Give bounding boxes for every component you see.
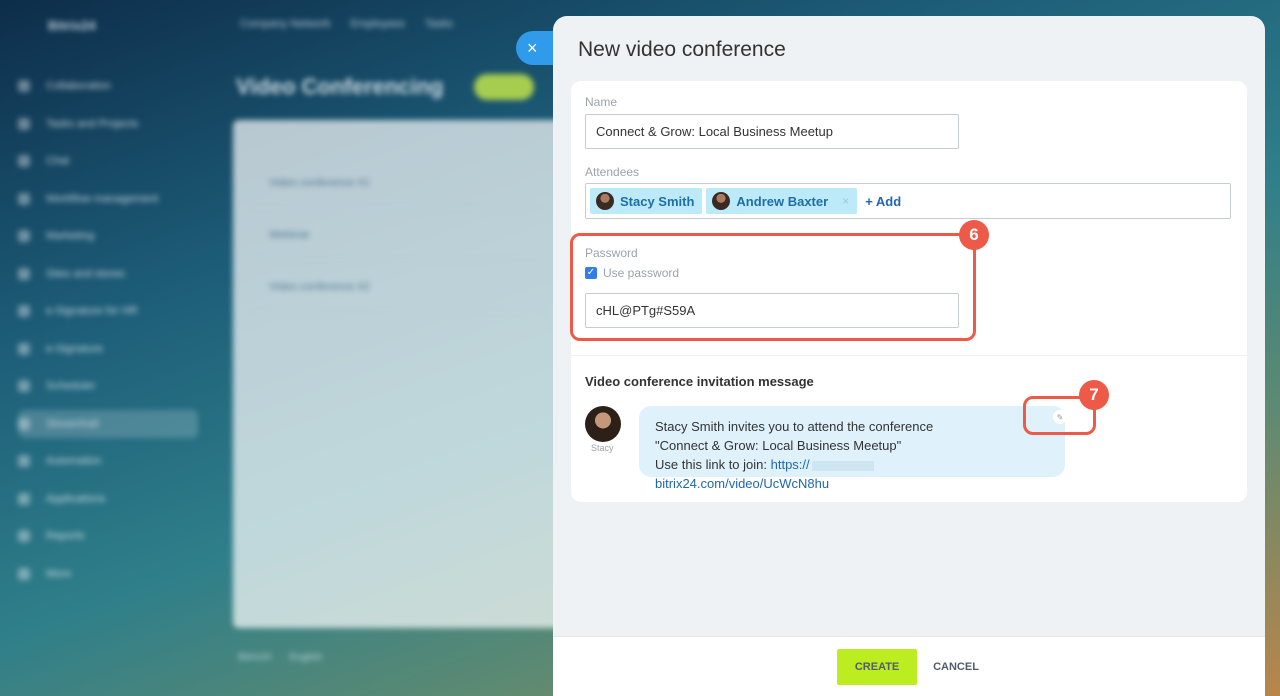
- menu-item-icon: [18, 455, 30, 467]
- menu-item-icon: [18, 530, 30, 542]
- conference-link-end: bitrix24.com/video/UcWcN8hu: [655, 476, 830, 491]
- slider-title: New video conference: [578, 38, 786, 61]
- new-conference-button: [474, 74, 534, 100]
- slider-footer: CREATE CANCEL: [553, 636, 1265, 696]
- close-slider-button[interactable]: ×: [516, 31, 556, 65]
- avatar: [596, 192, 614, 210]
- close-icon: ×: [527, 37, 538, 58]
- sidebar-menu-item: Tasks and Projects: [18, 110, 198, 138]
- name-label: Name: [585, 95, 618, 109]
- name-input[interactable]: Connect & Grow: Local Business Meetup: [585, 114, 959, 149]
- new-conference-slider: New video conference Name Connect & Grow…: [553, 16, 1265, 696]
- menu-item-icon: [18, 417, 30, 430]
- menu-item-icon: [18, 267, 30, 280]
- sidebar-menu-item: Marketing: [18, 222, 198, 250]
- invitation-line-2: "Connect & Grow: Local Business Meetup": [655, 438, 902, 453]
- menu-item-label: Workflow management: [46, 192, 159, 205]
- menu-item-label: Marketing: [46, 230, 95, 242]
- list-item: Video conference #1: [269, 177, 370, 189]
- add-attendee-link[interactable]: + Add: [865, 194, 901, 209]
- redacted-domain: [811, 460, 874, 471]
- avatar: [585, 406, 621, 442]
- list-item: Webinar: [269, 229, 310, 241]
- menu-item-label: e-Signature for HR: [46, 305, 138, 317]
- list-divider: [251, 208, 545, 209]
- create-button[interactable]: CREATE: [837, 648, 918, 685]
- sidebar-menu-item: Applications: [18, 485, 198, 513]
- portal-logo: Bitrix24: [48, 18, 96, 33]
- sidebar-menu-item: e-Signature for HR: [18, 297, 198, 325]
- list-item: Video conference #2: [269, 281, 370, 293]
- cancel-button[interactable]: CANCEL: [931, 649, 981, 685]
- menu-item-label: Automation: [46, 455, 102, 467]
- avatar-name: Stacy: [591, 443, 614, 453]
- attendees-field[interactable]: Stacy Smith Andrew Baxter × + Add: [585, 183, 1231, 219]
- divider: [571, 355, 1247, 356]
- attendee-chip-stacy[interactable]: Stacy Smith: [590, 188, 703, 214]
- left-sidebar: Bitrix24 Collaboration Tasks and Projects…: [0, 0, 210, 696]
- sidebar-menu-item: Automation: [18, 447, 198, 475]
- footer-link: English: [289, 652, 323, 663]
- footer-link: Bitrix24: [238, 652, 272, 663]
- annotation-highlight-password: [570, 233, 976, 341]
- menu-item-icon: [18, 342, 30, 355]
- invitation-link-prefix: Use this link to join:: [655, 457, 767, 472]
- menu-item-icon: [18, 192, 30, 205]
- sidebar-menu-item: Scheduler: [18, 372, 198, 400]
- menu-item-label: More: [46, 567, 72, 580]
- menu-item-label: Sites and stores: [46, 267, 125, 280]
- list-divider: [251, 312, 545, 313]
- annotation-badge-7: 7: [1079, 380, 1109, 410]
- top-nav-item: Company Network: [240, 18, 331, 30]
- menu-item-icon: [18, 305, 30, 317]
- sidebar-menu-item: Chat: [18, 147, 198, 175]
- portal-footer: Bitrix24 English: [238, 652, 322, 663]
- menu-item-icon: [18, 80, 30, 92]
- menu-item-label: Scheduler: [46, 380, 96, 392]
- sidebar-menu-item: Reports: [18, 522, 198, 550]
- menu-item-icon: [18, 492, 30, 505]
- sidebar-menu-item: Sites and stores: [18, 260, 198, 288]
- annotation-badge-6: 6: [959, 220, 989, 250]
- menu-item-label: Streamhall: [46, 417, 99, 430]
- attendees-label: Attendees: [585, 165, 640, 179]
- list-divider: [251, 260, 545, 261]
- attendee-chip-andrew[interactable]: Andrew Baxter ×: [706, 188, 858, 214]
- menu-item-label: e-Signature: [46, 342, 103, 355]
- conference-link-start: https://: [770, 457, 810, 472]
- menu-item-label: Reports: [46, 530, 85, 542]
- menu-item-label: Applications: [46, 492, 106, 505]
- conference-list-panel: Video conference #1 Webinar Video conferen…: [233, 120, 563, 628]
- top-nav-item: Tasks: [424, 18, 454, 30]
- menu-item-label: Collaboration: [46, 80, 111, 92]
- menu-item-icon: [18, 230, 30, 242]
- remove-attendee-icon[interactable]: ×: [842, 194, 849, 208]
- menu-item-icon: [18, 155, 30, 167]
- invitation-line-1: Stacy Smith invites you to attend the co…: [655, 419, 934, 434]
- avatar: [712, 192, 731, 210]
- invitation-line-3: Use this link to join: https:// bitrix24.…: [655, 455, 1049, 493]
- menu-item-icon: [18, 567, 30, 580]
- menu-item-icon: [18, 117, 30, 130]
- sidebar-menu-item: More: [18, 560, 198, 588]
- top-navigation: Company Network Employees Tasks: [240, 18, 453, 30]
- menu-item-label: Chat: [46, 155, 70, 167]
- attendee-name: Andrew Baxter: [736, 193, 829, 209]
- page-title: Video Conferencing: [236, 74, 444, 99]
- attendee-name: Stacy Smith: [620, 193, 695, 209]
- invitation-message-bubble: Stacy Smith invites you to attend the co…: [639, 406, 1065, 491]
- sidebar-menu-item: Collaboration: [18, 72, 198, 100]
- sidebar-menu-item: e-Signature: [18, 335, 198, 363]
- menu-item-label: Tasks and Projects: [46, 117, 139, 130]
- sidebar-menu-item: Streamhall: [18, 409, 198, 438]
- sidebar-menu-item: Workflow management: [18, 185, 198, 213]
- top-nav-item: Employees: [350, 18, 405, 30]
- invitation-section-title: Video conference invitation message: [585, 374, 814, 389]
- menu-item-icon: [18, 380, 30, 392]
